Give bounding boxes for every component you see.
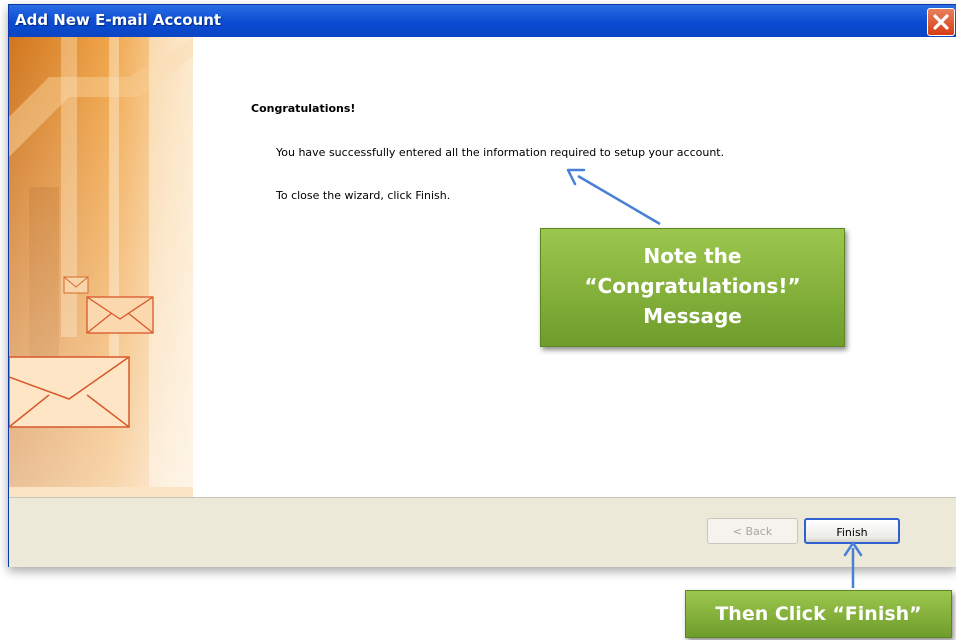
note-line-3: Message: [643, 304, 742, 328]
note-line-1: Note the: [643, 244, 742, 268]
congratulations-note-callout: Note the “Congratulations!” Message: [540, 228, 845, 347]
finish-note-callout: Then Click “Finish”: [685, 590, 952, 638]
arrow-to-message: [566, 168, 661, 226]
note-line-2: “Congratulations!”: [584, 274, 801, 298]
arrow-to-finish: [843, 541, 863, 588]
